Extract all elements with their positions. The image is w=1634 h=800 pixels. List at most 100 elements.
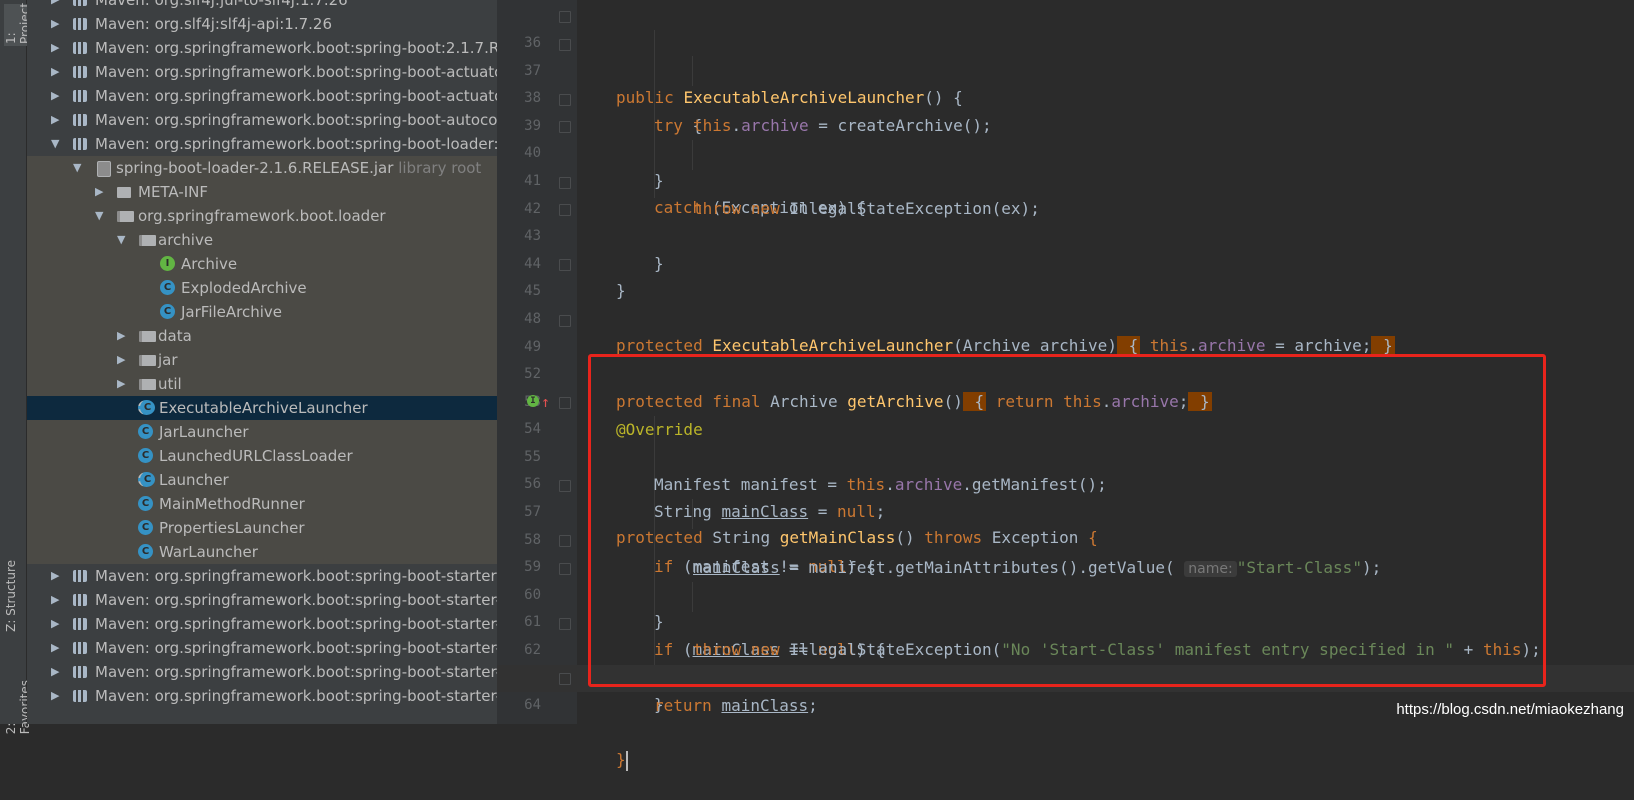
library-icon	[73, 0, 87, 6]
package-icon	[139, 235, 156, 246]
tree-item-label: JarLauncher	[159, 423, 249, 441]
tree-row-util-package[interactable]: ▶ util	[27, 372, 497, 396]
library-root-hint: library root	[398, 159, 482, 177]
expand-arrow-icon[interactable]: ▶	[117, 324, 129, 348]
tree-row-maven-spring-boot-starter-actuator[interactable]: ▶ Maven: org.springframework.boot:spring…	[27, 588, 497, 612]
structure-tool-tab[interactable]: Z: Structure	[4, 560, 18, 632]
code-line: 44	[497, 224, 1634, 272]
tree-row-war-launcher[interactable]: C WarLauncher	[27, 540, 497, 564]
fold-marker-icon[interactable]	[559, 121, 571, 133]
fold-marker-icon[interactable]	[559, 39, 571, 51]
tree-row-meta-inf[interactable]: ▶ META-INF	[27, 180, 497, 204]
tree-row-maven-spring-boot-starter[interactable]: ▶ Maven: org.springframework.boot:spring…	[27, 564, 497, 588]
tree-row-maven-spring-boot-actuator[interactable]: ▶ Maven: org.springframework.boot:spring…	[27, 60, 497, 84]
tree-row-launcher[interactable]: C Launcher	[27, 468, 497, 492]
collapse-arrow-icon[interactable]: ▼	[117, 228, 129, 252]
tree-row-maven-spring-boot-autoconfigure[interactable]: ▶ Maven: org.springframework.boot:spring…	[27, 108, 497, 132]
tree-row-loader-jar[interactable]: ▼ spring-boot-loader-2.1.6.RELEASE.jar l…	[27, 156, 497, 180]
tree-item-label: Maven: org.springframework.boot:spring-b…	[95, 615, 497, 633]
expand-arrow-icon[interactable]: ▶	[51, 0, 63, 12]
tree-row-launched-url-class-loader[interactable]: C LaunchedURLClassLoader	[27, 444, 497, 468]
tree-item-label: Maven: org.springframework.boot:spring-b…	[95, 591, 497, 609]
expand-arrow-icon[interactable]: ▶	[51, 60, 63, 84]
line-number: 64	[524, 697, 541, 713]
folder-icon	[117, 187, 131, 198]
tree-item-label: spring-boot-loader-2.1.6.RELEASE.jar lib…	[116, 159, 482, 177]
tree-row-maven-jul-to-slf4j[interactable]: ▶ Maven: org.slf4j:jul-to-slf4j:1.7.26	[27, 0, 497, 12]
code-line: 49 protected final Archive getArchive() …	[497, 307, 1634, 411]
expand-arrow-icon[interactable]: ▶	[51, 108, 63, 132]
tree-row-maven-spring-boot[interactable]: ▶ Maven: org.springframework.boot:spring…	[27, 36, 497, 60]
expand-arrow-icon[interactable]: ▶	[95, 180, 107, 204]
tree-row-main-method-runner[interactable]: C MainMethodRunner	[27, 492, 497, 516]
package-icon	[139, 379, 156, 390]
library-icon	[73, 594, 87, 606]
tree-row-maven-spring-boot-loader[interactable]: ▼ Maven: org.springframework.boot:spring…	[27, 132, 497, 156]
tree-row-archive-package[interactable]: ▼ archive	[27, 228, 497, 252]
tree-row-maven-spring-boot-starter-actuator-2[interactable]: ▶ Maven: org.springframework.boot:spring…	[27, 612, 497, 636]
expand-arrow-icon[interactable]: ▶	[51, 588, 63, 612]
library-icon	[73, 18, 87, 30]
expand-arrow-icon[interactable]: ▶	[51, 84, 63, 108]
code-line: 48	[497, 279, 1634, 327]
code-line: 40 catch (Exception ex) {	[497, 113, 1634, 217]
expand-arrow-icon[interactable]: ▶	[51, 612, 63, 636]
tree-row-exploded-archive[interactable]: C ExplodedArchive	[27, 276, 497, 300]
code-line: 43 }	[497, 196, 1634, 300]
code-line: 38 this.archive = createArchive();	[497, 58, 1634, 135]
expand-arrow-icon[interactable]: ▶	[51, 684, 63, 708]
tree-row-data-package[interactable]: ▶ data	[27, 324, 497, 348]
tree-row-maven-spring-boot-starter-logging[interactable]: ▶ Maven: org.springframework.boot:spring…	[27, 684, 497, 708]
override-arrow-icon[interactable]: ↑	[541, 389, 550, 416]
fold-marker-icon[interactable]	[559, 535, 571, 547]
fold-marker-icon[interactable]	[559, 204, 571, 216]
jar-icon	[97, 161, 111, 177]
fold-marker-icon[interactable]	[559, 563, 571, 575]
tree-row-properties-launcher[interactable]: C PropertiesLauncher	[27, 516, 497, 540]
tree-row-loader-package[interactable]: ▼ org.springframework.boot.loader	[27, 204, 497, 228]
fold-marker-icon[interactable]	[559, 480, 571, 492]
library-icon	[73, 690, 87, 702]
abstract-class-icon: C	[138, 472, 155, 487]
tree-item-label: Maven: org.slf4j:slf4j-api:1.7.26	[95, 15, 332, 33]
package-icon	[139, 331, 156, 342]
tree-row-jar-package[interactable]: ▶ jar	[27, 348, 497, 372]
fold-marker-icon[interactable]	[559, 259, 571, 271]
tree-row-maven-spring-boot-starter-json[interactable]: ▶ Maven: org.springframework.boot:spring…	[27, 660, 497, 684]
tree-row-jar-launcher[interactable]: C JarLauncher	[27, 420, 497, 444]
fold-marker-icon[interactable]	[559, 397, 571, 409]
collapse-arrow-icon[interactable]: ▼	[95, 204, 107, 228]
fold-marker-icon[interactable]	[559, 177, 571, 189]
tree-item-label: MainMethodRunner	[159, 495, 305, 513]
library-icon	[73, 42, 87, 54]
fold-marker-icon[interactable]	[559, 673, 571, 685]
fold-marker-icon[interactable]	[559, 618, 571, 630]
code-text: return mainClass;	[654, 696, 818, 715]
expand-arrow-icon[interactable]: ▶	[51, 660, 63, 684]
tree-item-label: Launcher	[159, 471, 229, 489]
class-icon: C	[138, 448, 153, 463]
tree-row-executable-archive-launcher[interactable]: C ExecutableArchiveLauncher	[27, 396, 497, 420]
expand-arrow-icon[interactable]: ▶	[117, 348, 129, 372]
fold-marker-icon[interactable]	[559, 94, 571, 106]
tree-row-maven-slf4j-api[interactable]: ▶ Maven: org.slf4j:slf4j-api:1.7.26	[27, 12, 497, 36]
tree-item-label: WarLauncher	[159, 543, 258, 561]
expand-arrow-icon[interactable]: ▶	[51, 636, 63, 660]
tree-row-maven-spring-boot-starter-jdbc[interactable]: ▶ Maven: org.springframework.boot:spring…	[27, 636, 497, 660]
fold-marker-icon[interactable]	[559, 11, 571, 23]
expand-arrow-icon[interactable]: ▶	[51, 36, 63, 60]
tree-row-maven-spring-boot-actuator-autoconfigure[interactable]: ▶ Maven: org.springframework.boot:spring…	[27, 84, 497, 108]
library-icon	[73, 666, 87, 678]
collapse-arrow-icon[interactable]: ▼	[73, 156, 85, 180]
implements-method-icon[interactable]: I	[527, 395, 539, 407]
expand-arrow-icon[interactable]: ▶	[117, 372, 129, 396]
expand-arrow-icon[interactable]: ▶	[51, 564, 63, 588]
tree-item-label: Maven: org.springframework.boot:spring-b…	[95, 39, 497, 57]
expand-arrow-icon[interactable]: ▶	[51, 12, 63, 36]
tree-row-jar-file-archive[interactable]: C JarFileArchive	[27, 300, 497, 324]
tree-row-archive-interface[interactable]: I Archive	[27, 252, 497, 276]
fold-marker-icon[interactable]	[559, 315, 571, 327]
collapse-arrow-icon[interactable]: ▼	[51, 132, 63, 156]
tree-item-label: JarFileArchive	[181, 303, 283, 321]
class-icon: C	[138, 520, 153, 535]
